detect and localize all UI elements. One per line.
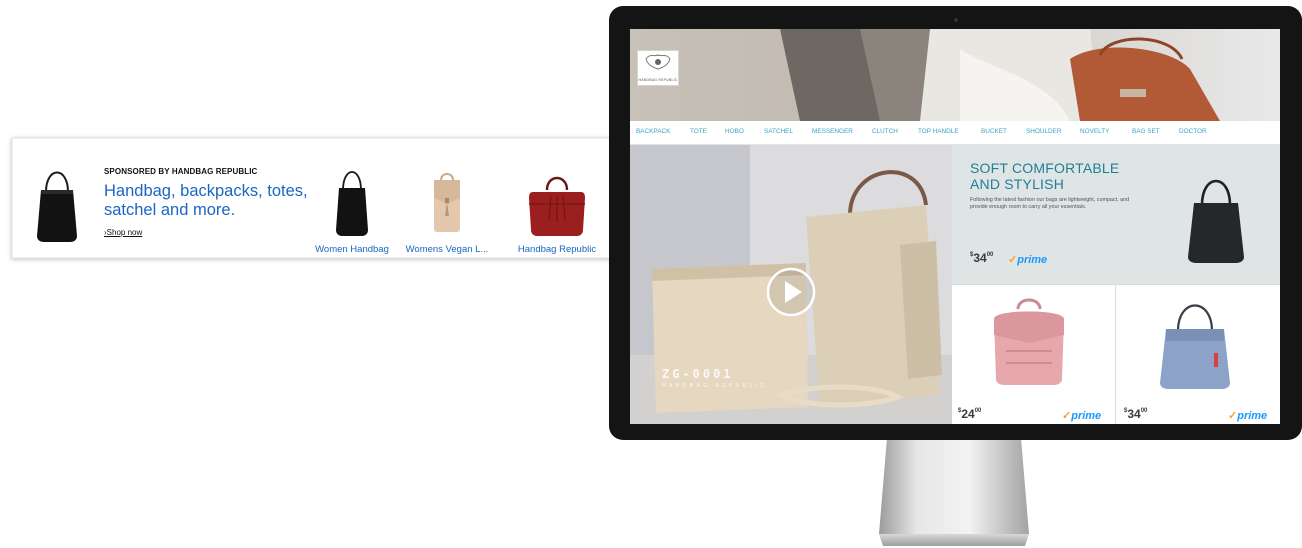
monitor-bezel: HANDBAG REPUBLIC BACKPACK TOTE HOBO SATC… [609,6,1302,440]
camera-dot [954,18,958,22]
red-satchel-icon [529,176,585,236]
nav-item-backpack[interactable]: BACKPACK [636,128,670,135]
ad-product-vegan-backpack[interactable]: Womens Vegan L... [402,158,492,255]
price-cents: 00 [974,408,982,414]
banner-photo [630,29,1280,121]
nav-item-clutch[interactable]: CLUTCH [872,128,898,135]
black-hobo-bag-icon[interactable] [1180,165,1252,265]
nav-item-bucket[interactable]: BUCKET [981,128,1007,135]
tile-price: $3400 [1124,407,1148,421]
price-whole: 34 [1127,407,1141,421]
nav-item-satchel[interactable]: SATCHEL [764,128,793,135]
promo-description: Following the latest fashion our bags ar… [970,197,1130,210]
nav-item-messenger[interactable]: MESSENGER [812,128,853,135]
ad-product-label: Womens Vegan L... [405,244,489,255]
nav-item-novelty[interactable]: NOVELTY [1080,128,1109,135]
prime-label: prime [1017,254,1048,266]
prime-badge: ✓prime [1062,409,1101,422]
ad-product-label: Women Handbag [315,244,389,255]
nav-item-doctor[interactable]: DOCTOR [1179,128,1207,135]
sponsor-label: SPONSORED BY HANDBAG REPUBLIC [104,167,258,176]
store-logo[interactable]: HANDBAG REPUBLIC [637,50,679,86]
shop-now-link[interactable]: ›Shop now [104,228,142,237]
sponsored-ad-card[interactable]: SPONSORED BY HANDBAG REPUBLIC Handbag, b… [0,132,660,272]
nav-item-hobo[interactable]: HOBO [725,128,744,135]
desktop-monitor: HANDBAG REPUBLIC BACKPACK TOTE HOBO SATC… [609,6,1302,548]
prime-check-icon: ✓ [1228,410,1238,422]
prime-check-icon: ✓ [1062,410,1072,422]
product-tile-backpack[interactable]: $2400 ✓prime [952,285,1115,424]
price-whole: 34 [973,251,987,265]
price-whole: 24 [961,407,975,421]
video-brand: HANDBAG REPUBLIC [662,383,768,389]
prime-badge: ✓prime [1228,409,1267,422]
crest-logo-icon [645,54,671,70]
blue-bucket-bag-icon [1160,304,1230,389]
ad-headline[interactable]: Handbag, backpacks, totes, satchel and m… [104,182,314,220]
prime-label: prime [1071,410,1102,422]
beige-backpack-icon [434,173,460,232]
prime-label: prime [1237,410,1268,422]
store-banner: HANDBAG REPUBLIC [630,29,1280,121]
prime-check-icon: ✓ [1008,254,1018,266]
tile-price: $2400 [958,407,982,421]
price-cents: 00 [986,252,994,258]
promo-price: $3400 [970,251,994,265]
black-hobo-bag-icon [336,171,368,236]
play-icon[interactable] [765,266,817,318]
nav-item-top-handle[interactable]: TOP HANDLE [918,128,959,135]
ad-product-label: Handbag Republic [517,244,597,255]
video-product-code: ZG-0001 [662,367,734,381]
ad-product-women-handbag[interactable]: Women Handbag [307,158,397,255]
featured-promo[interactable]: SOFT COMFORTABLE AND STYLISH Following t… [952,145,1280,284]
nav-item-bag-set[interactable]: BAG SET [1132,128,1160,135]
prime-badge: ✓prime [1008,253,1047,266]
black-hobo-bag-icon[interactable] [32,156,82,246]
product-tile-bucket-bag[interactable]: $3400 ✓prime [1116,285,1279,424]
monitor-stand [879,438,1029,546]
nav-item-shoulder[interactable]: SHOULDER [1026,128,1062,135]
nav-item-tote[interactable]: TOTE [690,128,707,135]
store-page-screen: HANDBAG REPUBLIC BACKPACK TOTE HOBO SATC… [630,29,1280,424]
ad-product-handbag-republic[interactable]: Handbag Republic [512,158,602,255]
pink-backpack-icon [994,298,1064,385]
product-video[interactable]: ZG-0001 HANDBAG REPUBLIC [630,145,952,424]
price-cents: 00 [1140,408,1148,414]
category-nav: BACKPACK TOTE HOBO SATCHEL MESSENGER CLU… [630,121,1280,145]
logo-text: HANDBAG REPUBLIC [638,78,678,82]
promo-title: SOFT COMFORTABLE AND STYLISH [970,160,1120,192]
